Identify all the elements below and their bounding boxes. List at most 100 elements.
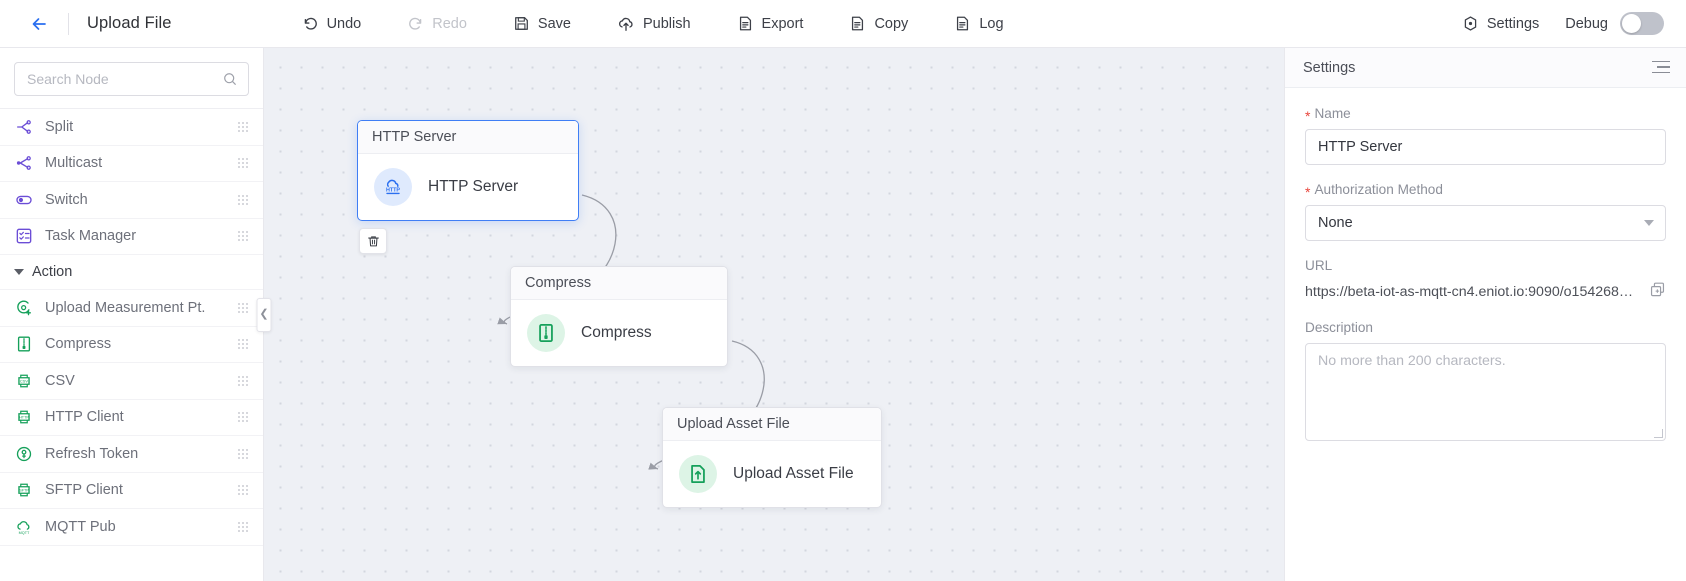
flow-node-label: Upload Asset File bbox=[733, 465, 854, 483]
svg-text:HTTP: HTTP bbox=[19, 416, 29, 420]
drag-handle-icon[interactable] bbox=[237, 375, 249, 387]
copy-icon[interactable] bbox=[1649, 281, 1666, 303]
svg-text:CSV: CSV bbox=[20, 378, 28, 383]
palette-item-switch[interactable]: Switch bbox=[0, 182, 263, 219]
description-textarea[interactable] bbox=[1318, 353, 1653, 431]
palette-item-label: Refresh Token bbox=[45, 446, 237, 462]
palette-item-csv[interactable]: CSV CSV bbox=[0, 363, 263, 400]
export-icon bbox=[737, 15, 754, 32]
settings-label: Settings bbox=[1487, 16, 1539, 32]
drag-handle-icon[interactable] bbox=[237, 484, 249, 496]
authorization-label: Authorization Method bbox=[1314, 182, 1442, 197]
http-server-icon: HTTP bbox=[374, 168, 412, 206]
palette-item-label: Split bbox=[45, 119, 237, 135]
export-button[interactable]: Export bbox=[727, 9, 814, 38]
name-input[interactable] bbox=[1318, 139, 1653, 155]
panel-menu-icon[interactable] bbox=[1652, 61, 1670, 75]
switch-icon bbox=[14, 190, 34, 210]
drag-handle-icon[interactable] bbox=[237, 338, 249, 350]
redo-button[interactable]: Redo bbox=[397, 9, 477, 38]
drag-handle-icon[interactable] bbox=[237, 411, 249, 423]
drag-handle-icon[interactable] bbox=[237, 230, 249, 242]
back-button[interactable] bbox=[26, 11, 52, 37]
palette-item-multicast[interactable]: Multicast bbox=[0, 146, 263, 183]
flow-node-upload-asset-file[interactable]: Upload Asset File Upload Asset File bbox=[662, 407, 882, 508]
palette-item-label: CSV bbox=[45, 373, 237, 389]
flow-node-compress[interactable]: Compress Compress bbox=[510, 266, 728, 367]
palette-item-sftp-client[interactable]: SFTP SFTP Client bbox=[0, 473, 263, 510]
field-authorization-method: * Authorization Method None bbox=[1305, 182, 1666, 241]
flow-node-body: Compress bbox=[511, 300, 727, 366]
palette-group-label: Action bbox=[32, 264, 72, 280]
drag-handle-icon[interactable] bbox=[237, 521, 249, 533]
name-input-wrap[interactable] bbox=[1305, 129, 1666, 165]
palette-item-upload-measurement-pt[interactable]: Upload Measurement Pt. bbox=[0, 290, 263, 327]
flow-node-http-server[interactable]: HTTP Server HTTP HTTP Server bbox=[357, 120, 579, 221]
settings-panel-header: Settings bbox=[1285, 48, 1686, 88]
save-icon bbox=[513, 15, 530, 32]
log-button[interactable]: Log bbox=[944, 9, 1013, 38]
required-asterisk: * bbox=[1305, 185, 1310, 199]
palette-item-label: HTTP Client bbox=[45, 409, 237, 425]
textarea-resize-handle[interactable] bbox=[1654, 429, 1663, 438]
url-label-row: URL bbox=[1305, 258, 1666, 273]
upload-asset-icon bbox=[679, 455, 717, 493]
undo-button[interactable]: Undo bbox=[292, 9, 372, 38]
settings-button[interactable]: Settings bbox=[1462, 15, 1539, 32]
publish-label: Publish bbox=[643, 16, 691, 32]
debug-label: Debug bbox=[1565, 16, 1608, 32]
copy-button[interactable]: Copy bbox=[839, 9, 918, 38]
log-label: Log bbox=[979, 16, 1003, 32]
search-input[interactable] bbox=[27, 71, 222, 87]
palette-item-refresh-token[interactable]: Refresh Token bbox=[0, 436, 263, 473]
url-label: URL bbox=[1305, 258, 1332, 273]
palette-item-mqtt-pub[interactable]: MQTT MQTT Pub bbox=[0, 509, 263, 546]
palette-search-area bbox=[0, 48, 263, 109]
page-title: Upload File bbox=[87, 14, 172, 33]
save-button[interactable]: Save bbox=[503, 9, 581, 38]
search-box[interactable] bbox=[14, 62, 249, 96]
authorization-select[interactable]: None bbox=[1305, 205, 1666, 241]
flow-editor-app: Upload File Undo Redo bbox=[0, 0, 1686, 581]
palette-item-http-client[interactable]: HTTP HTTP Client bbox=[0, 400, 263, 437]
palette-items: Split Multicast bbox=[0, 109, 263, 581]
debug-toggle[interactable] bbox=[1620, 12, 1664, 35]
drag-handle-icon[interactable] bbox=[237, 448, 249, 460]
palette-item-compress[interactable]: Compress bbox=[0, 327, 263, 364]
description-textarea-wrap[interactable] bbox=[1305, 343, 1666, 441]
undo-icon bbox=[302, 15, 319, 32]
publish-icon bbox=[617, 15, 635, 33]
drag-handle-icon[interactable] bbox=[237, 302, 249, 314]
search-icon bbox=[222, 71, 238, 87]
undo-label: Undo bbox=[327, 16, 362, 32]
svg-text:MQTT: MQTT bbox=[19, 531, 30, 535]
authorization-value: None bbox=[1318, 215, 1353, 231]
flow-canvas[interactable]: HTTP Server HTTP HTTP Server bbox=[264, 48, 1284, 581]
editor-body: Split Multicast bbox=[0, 48, 1686, 581]
drag-handle-icon[interactable] bbox=[237, 157, 249, 169]
delete-node-button[interactable] bbox=[359, 228, 387, 254]
flow-node-header: Compress bbox=[511, 267, 727, 300]
toolbar-actions: Undo Redo Save bbox=[292, 9, 1040, 39]
palette-item-label: Compress bbox=[45, 336, 237, 352]
authorization-label-row: * Authorization Method bbox=[1305, 182, 1666, 197]
palette-item-task-manager[interactable]: Task Manager bbox=[0, 219, 263, 256]
palette-group-action[interactable]: Action bbox=[0, 255, 263, 290]
copy-doc-icon bbox=[849, 15, 866, 32]
description-label: Description bbox=[1305, 320, 1373, 335]
http-client-icon: HTTP bbox=[14, 407, 34, 427]
palette-item-label: Switch bbox=[45, 192, 237, 208]
field-url: URL https://beta-iot-as-mqtt-cn4.eniot.i… bbox=[1305, 258, 1666, 303]
redo-label: Redo bbox=[432, 16, 467, 32]
palette-collapse-button[interactable]: ❮ bbox=[257, 298, 272, 332]
csv-icon: CSV bbox=[14, 371, 34, 391]
palette-item-split[interactable]: Split bbox=[0, 109, 263, 146]
trash-icon bbox=[366, 234, 381, 249]
publish-button[interactable]: Publish bbox=[607, 9, 701, 39]
flow-node-body: Upload Asset File bbox=[663, 441, 881, 507]
palette-item-label: MQTT Pub bbox=[45, 519, 237, 535]
compress-icon bbox=[14, 334, 34, 354]
drag-handle-icon[interactable] bbox=[237, 121, 249, 133]
description-label-row: Description bbox=[1305, 320, 1666, 335]
drag-handle-icon[interactable] bbox=[237, 194, 249, 206]
